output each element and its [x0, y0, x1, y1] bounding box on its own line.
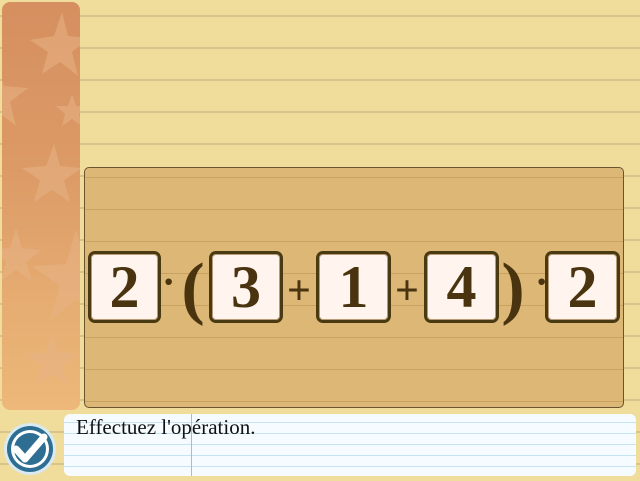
star-icon [30, 12, 80, 76]
star-icon [56, 94, 80, 126]
number-tile-2b[interactable]: 2 [545, 251, 620, 323]
instruction-text: Effectuez l'opération. [76, 415, 256, 439]
number-tile-1[interactable]: 1 [316, 251, 391, 323]
instruction-notepad: Effectuez l'opération. [64, 414, 636, 476]
star-icon [26, 332, 78, 386]
sidebar-decoration [2, 2, 80, 410]
plus-operator: + [395, 268, 419, 314]
number-tile-2[interactable]: 2 [88, 251, 161, 323]
star-icon [2, 228, 42, 282]
star-icon [2, 80, 28, 126]
close-parenthesis: ) [501, 250, 525, 327]
number-tile-4[interactable]: 4 [424, 251, 499, 323]
star-icon [32, 230, 80, 320]
number-tile-3[interactable]: 3 [209, 251, 283, 323]
multiply-dot: · [162, 259, 176, 304]
star-pattern [2, 12, 80, 386]
plus-operator: + [287, 268, 311, 314]
open-parenthesis: ( [181, 250, 205, 327]
ok-button[interactable] [3, 422, 57, 476]
checkmark-icon [4, 423, 56, 475]
star-icon [22, 144, 80, 202]
